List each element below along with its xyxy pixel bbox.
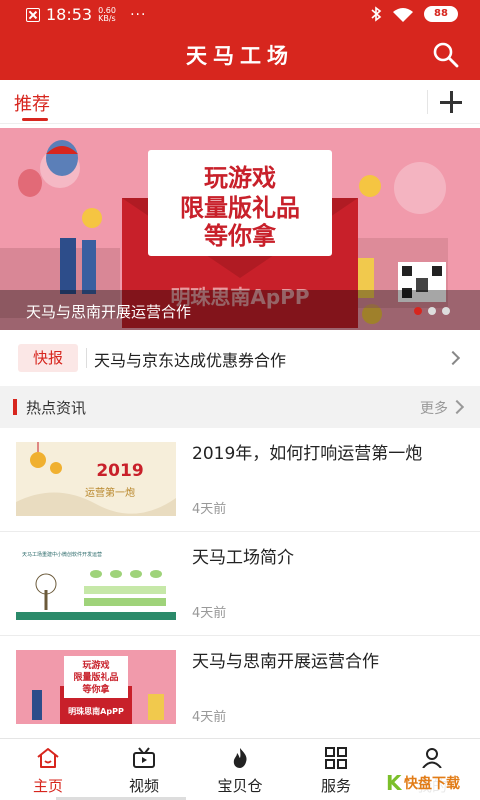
flash-tag: 快报	[18, 344, 78, 372]
nav-service[interactable]: 服务	[288, 739, 384, 800]
news-thumbnail-image: 玩游戏 限量版礼品 等你拿 明珠思南ApPP	[16, 650, 176, 724]
nav-label: 服务	[320, 777, 351, 795]
news-thumbnail: 玩游戏 限量版礼品 等你拿 明珠思南ApPP	[16, 650, 176, 724]
chevron-right-icon[interactable]	[449, 399, 465, 415]
search-icon[interactable]	[432, 41, 460, 69]
home-icon	[37, 748, 59, 768]
hot-news-header: 热点资讯 更多	[0, 386, 480, 428]
news-time: 4天前	[192, 502, 227, 517]
banner-caption-text: 天马与思南开展运营合作	[26, 303, 192, 321]
thumb-caption: 天马工场重建中小微创软件开发运营	[22, 551, 102, 558]
news-time: 4天前	[192, 710, 227, 725]
watermark-letter: K	[386, 771, 403, 795]
news-thumbnail-image: 天马工场重建中小微创软件开发运营	[16, 546, 176, 620]
nav-video[interactable]: 视频	[96, 739, 192, 800]
nav-label: 宝贝仓	[217, 777, 263, 795]
thumb-headline-2: 限量版礼品	[73, 671, 118, 683]
section-title: 热点资讯	[26, 399, 87, 417]
news-title[interactable]: 2019年，如何打响运营第一炮	[192, 442, 462, 466]
carousel-dot[interactable]	[414, 307, 422, 315]
banner-carousel[interactable]: 玩游戏 限量版礼品 等你拿 明珠思南ApPP 天马与思南开展运营合作	[0, 128, 480, 330]
banner-headline-1: 玩游戏	[204, 164, 276, 192]
status-bar: 18:53 0.60 KB/s ··· 88	[0, 0, 480, 30]
news-item[interactable]: 2019 运营第一炮 2019年，如何打响运营第一炮 4天前	[0, 428, 480, 532]
thumb-headline-1: 玩游戏	[82, 659, 109, 671]
nav-label: 主页	[32, 777, 63, 795]
nav-home[interactable]: 主页	[0, 739, 96, 800]
news-item[interactable]: 玩游戏 限量版礼品 等你拿 明珠思南ApPP 天马与思南开展运营合作 4天前	[0, 636, 480, 740]
status-time: 18:53	[46, 5, 93, 24]
app-title: 天马工场	[186, 43, 294, 68]
tab-indicator	[22, 118, 48, 121]
thumb-headline-3: 等你拿	[81, 683, 110, 695]
bluetooth-icon	[371, 6, 382, 22]
thumb-subtitle: 运营第一炮	[85, 486, 135, 499]
network-speed: 0.60 KB/s	[98, 5, 116, 23]
nav-treasure[interactable]: 宝贝仓	[192, 739, 288, 800]
news-thumbnail-image: 2019 运营第一炮	[16, 442, 176, 516]
nav-label: 视频	[128, 777, 159, 795]
banner-caption: 天马与思南开展运营合作	[0, 290, 480, 330]
section-accent-bar	[13, 399, 17, 415]
battery-indicator: 88	[424, 6, 458, 22]
news-time: 4天前	[192, 606, 227, 621]
flash-headline[interactable]: 天马与京东达成优惠券合作	[94, 347, 286, 371]
wifi-icon	[393, 8, 413, 22]
grid-icon	[325, 747, 347, 769]
carousel-dot[interactable]	[442, 307, 450, 315]
tab-recommend[interactable]: 推荐	[14, 90, 50, 116]
more-link[interactable]: 更多	[420, 398, 448, 418]
carousel-dot[interactable]	[428, 307, 436, 315]
banner-headline-3: 等你拿	[204, 222, 277, 250]
flame-icon	[233, 748, 247, 768]
thumb-year: 2019	[96, 461, 143, 481]
news-flash[interactable]: 快报 天马与京东达成优惠券合作	[0, 330, 480, 386]
chevron-right-icon[interactable]	[445, 350, 461, 366]
thumb-footer: 明珠思南ApPP	[68, 706, 124, 716]
app-header: 天马工场	[0, 30, 480, 80]
user-icon	[422, 748, 442, 769]
video-icon	[133, 747, 155, 768]
watermark-logo: K 快盘下载	[384, 768, 476, 798]
news-thumbnail: 天马工场重建中小微创软件开发运营	[16, 546, 176, 620]
tab-divider	[427, 90, 428, 114]
news-thumbnail: 2019 运营第一炮	[16, 442, 176, 516]
watermark-text: 快盘下载	[404, 775, 460, 792]
flash-divider	[86, 348, 87, 368]
add-channel-icon[interactable]	[438, 89, 464, 115]
category-tabs: 推荐	[0, 80, 480, 124]
carousel-dots	[414, 307, 450, 315]
news-title[interactable]: 天马与思南开展运营合作	[192, 650, 462, 674]
more-notifications-icon: ···	[130, 6, 147, 23]
news-item[interactable]: 天马工场重建中小微创软件开发运营 天马工场简介 4天前	[0, 532, 480, 636]
notification-close-icon	[26, 7, 40, 22]
banner-headline-2: 限量版礼品	[180, 194, 300, 222]
news-title[interactable]: 天马工场简介	[192, 546, 462, 570]
